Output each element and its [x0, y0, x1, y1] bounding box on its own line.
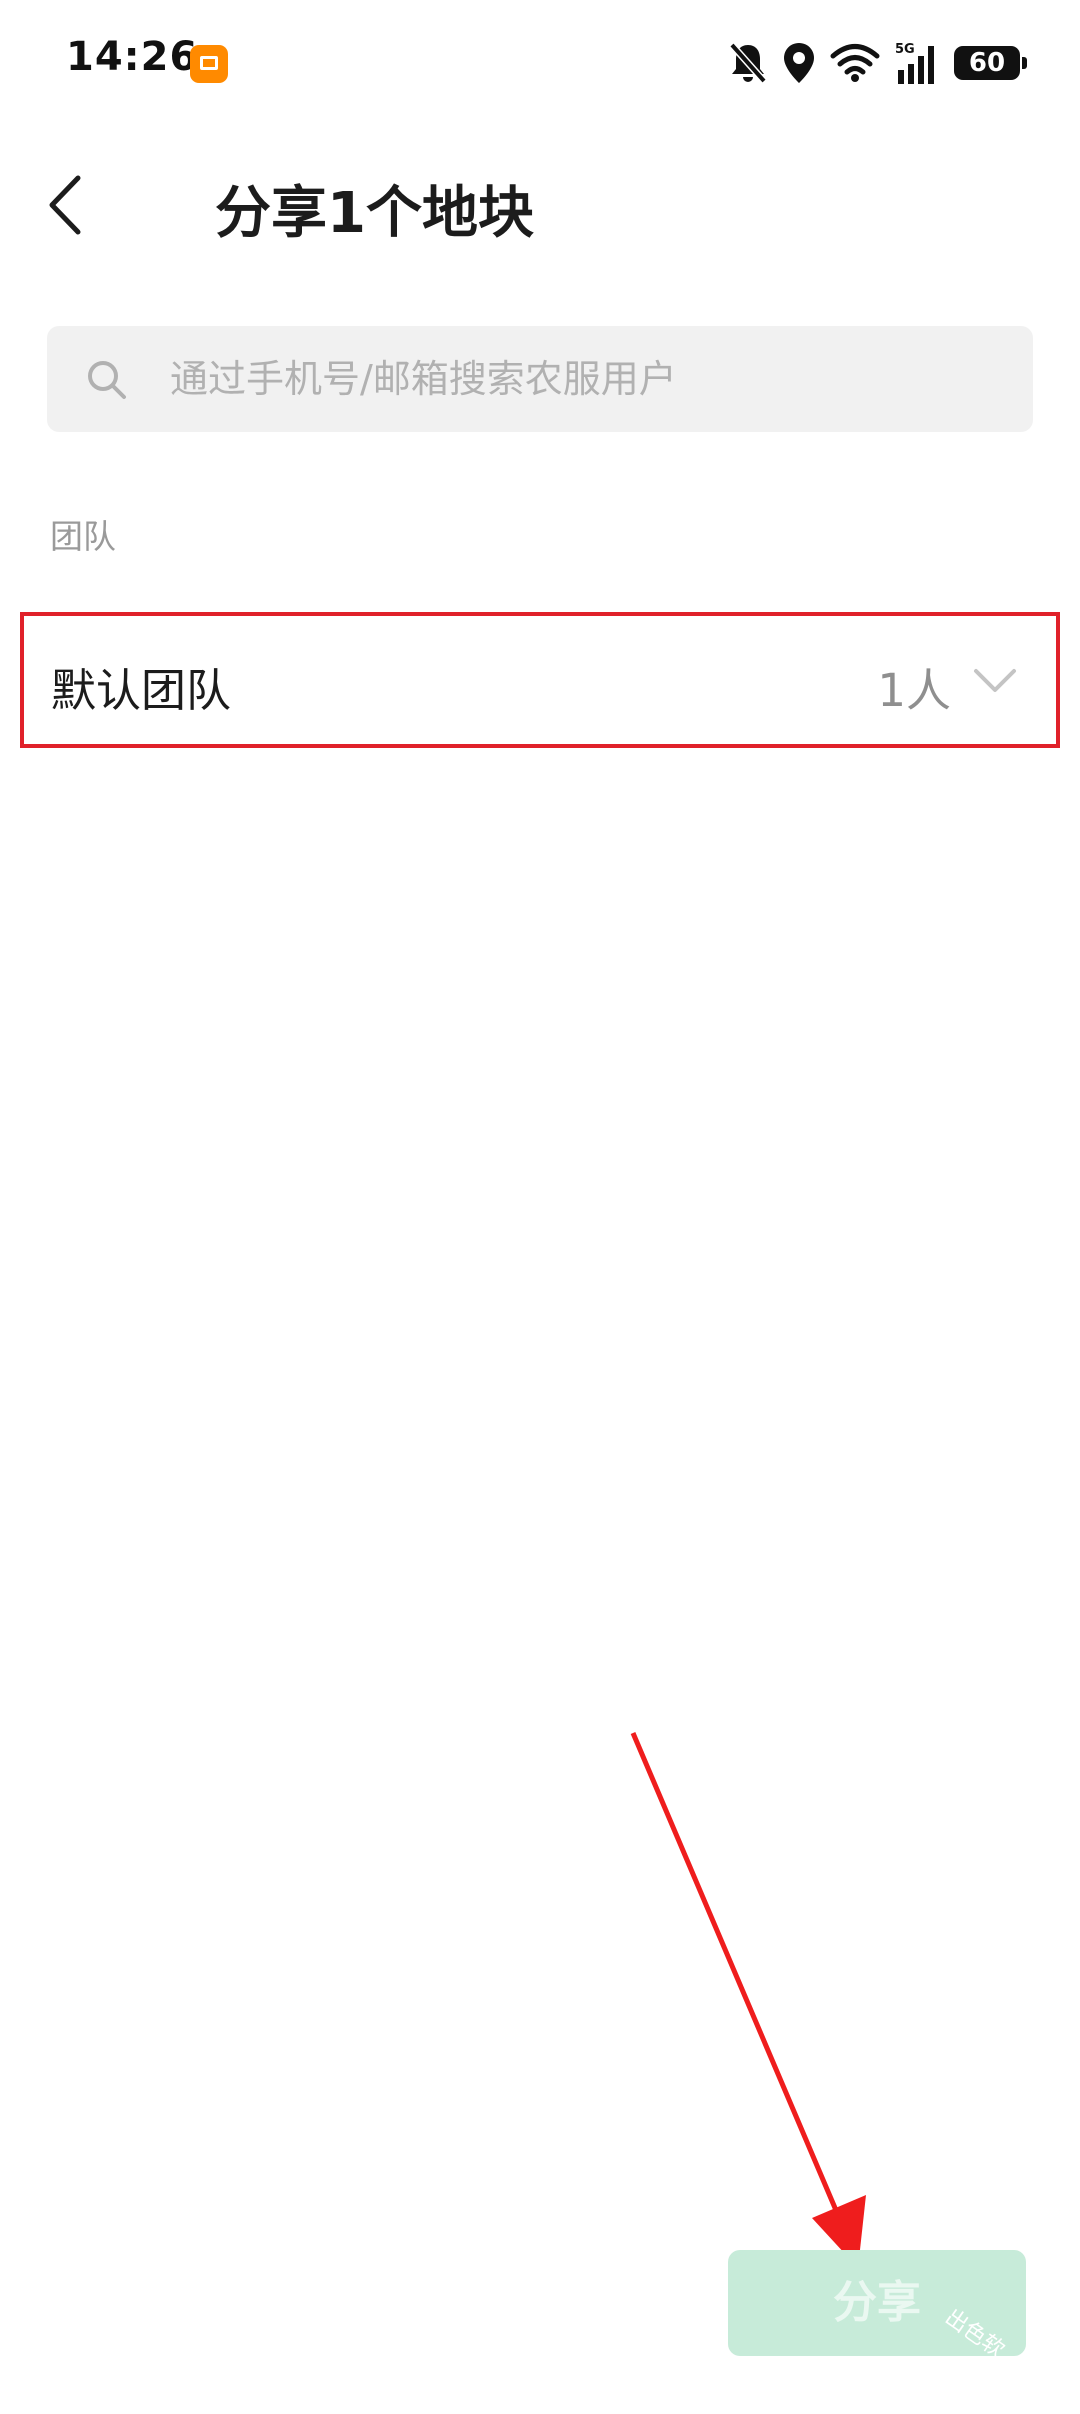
status-icons: 5G 60	[728, 38, 1027, 88]
battery-icon: 60	[954, 46, 1027, 80]
back-button[interactable]	[40, 170, 88, 240]
wifi-icon	[830, 44, 880, 82]
team-row-default[interactable]: 默认团队 1人	[20, 612, 1060, 748]
battery-level: 60	[968, 48, 1006, 78]
status-bar: 14:26 5G 60	[0, 0, 1080, 120]
team-name: 默认团队	[51, 664, 232, 717]
bell-off-icon	[729, 42, 767, 84]
notification-app-icon	[190, 45, 228, 83]
search-icon	[88, 361, 126, 399]
chevron-down-icon[interactable]	[972, 666, 1018, 696]
chevron-left-icon	[49, 175, 81, 235]
svg-text:5G: 5G	[895, 42, 915, 57]
section-label-teams: 团队	[50, 517, 116, 556]
search-box[interactable]	[47, 326, 1033, 432]
location-icon	[784, 43, 814, 83]
page-title: 分享1个地块	[215, 181, 534, 246]
team-member-count: 1人	[877, 664, 951, 717]
search-input[interactable]	[170, 326, 1010, 432]
signal-icon: 5G	[895, 42, 934, 84]
status-time: 14:26	[66, 34, 199, 80]
